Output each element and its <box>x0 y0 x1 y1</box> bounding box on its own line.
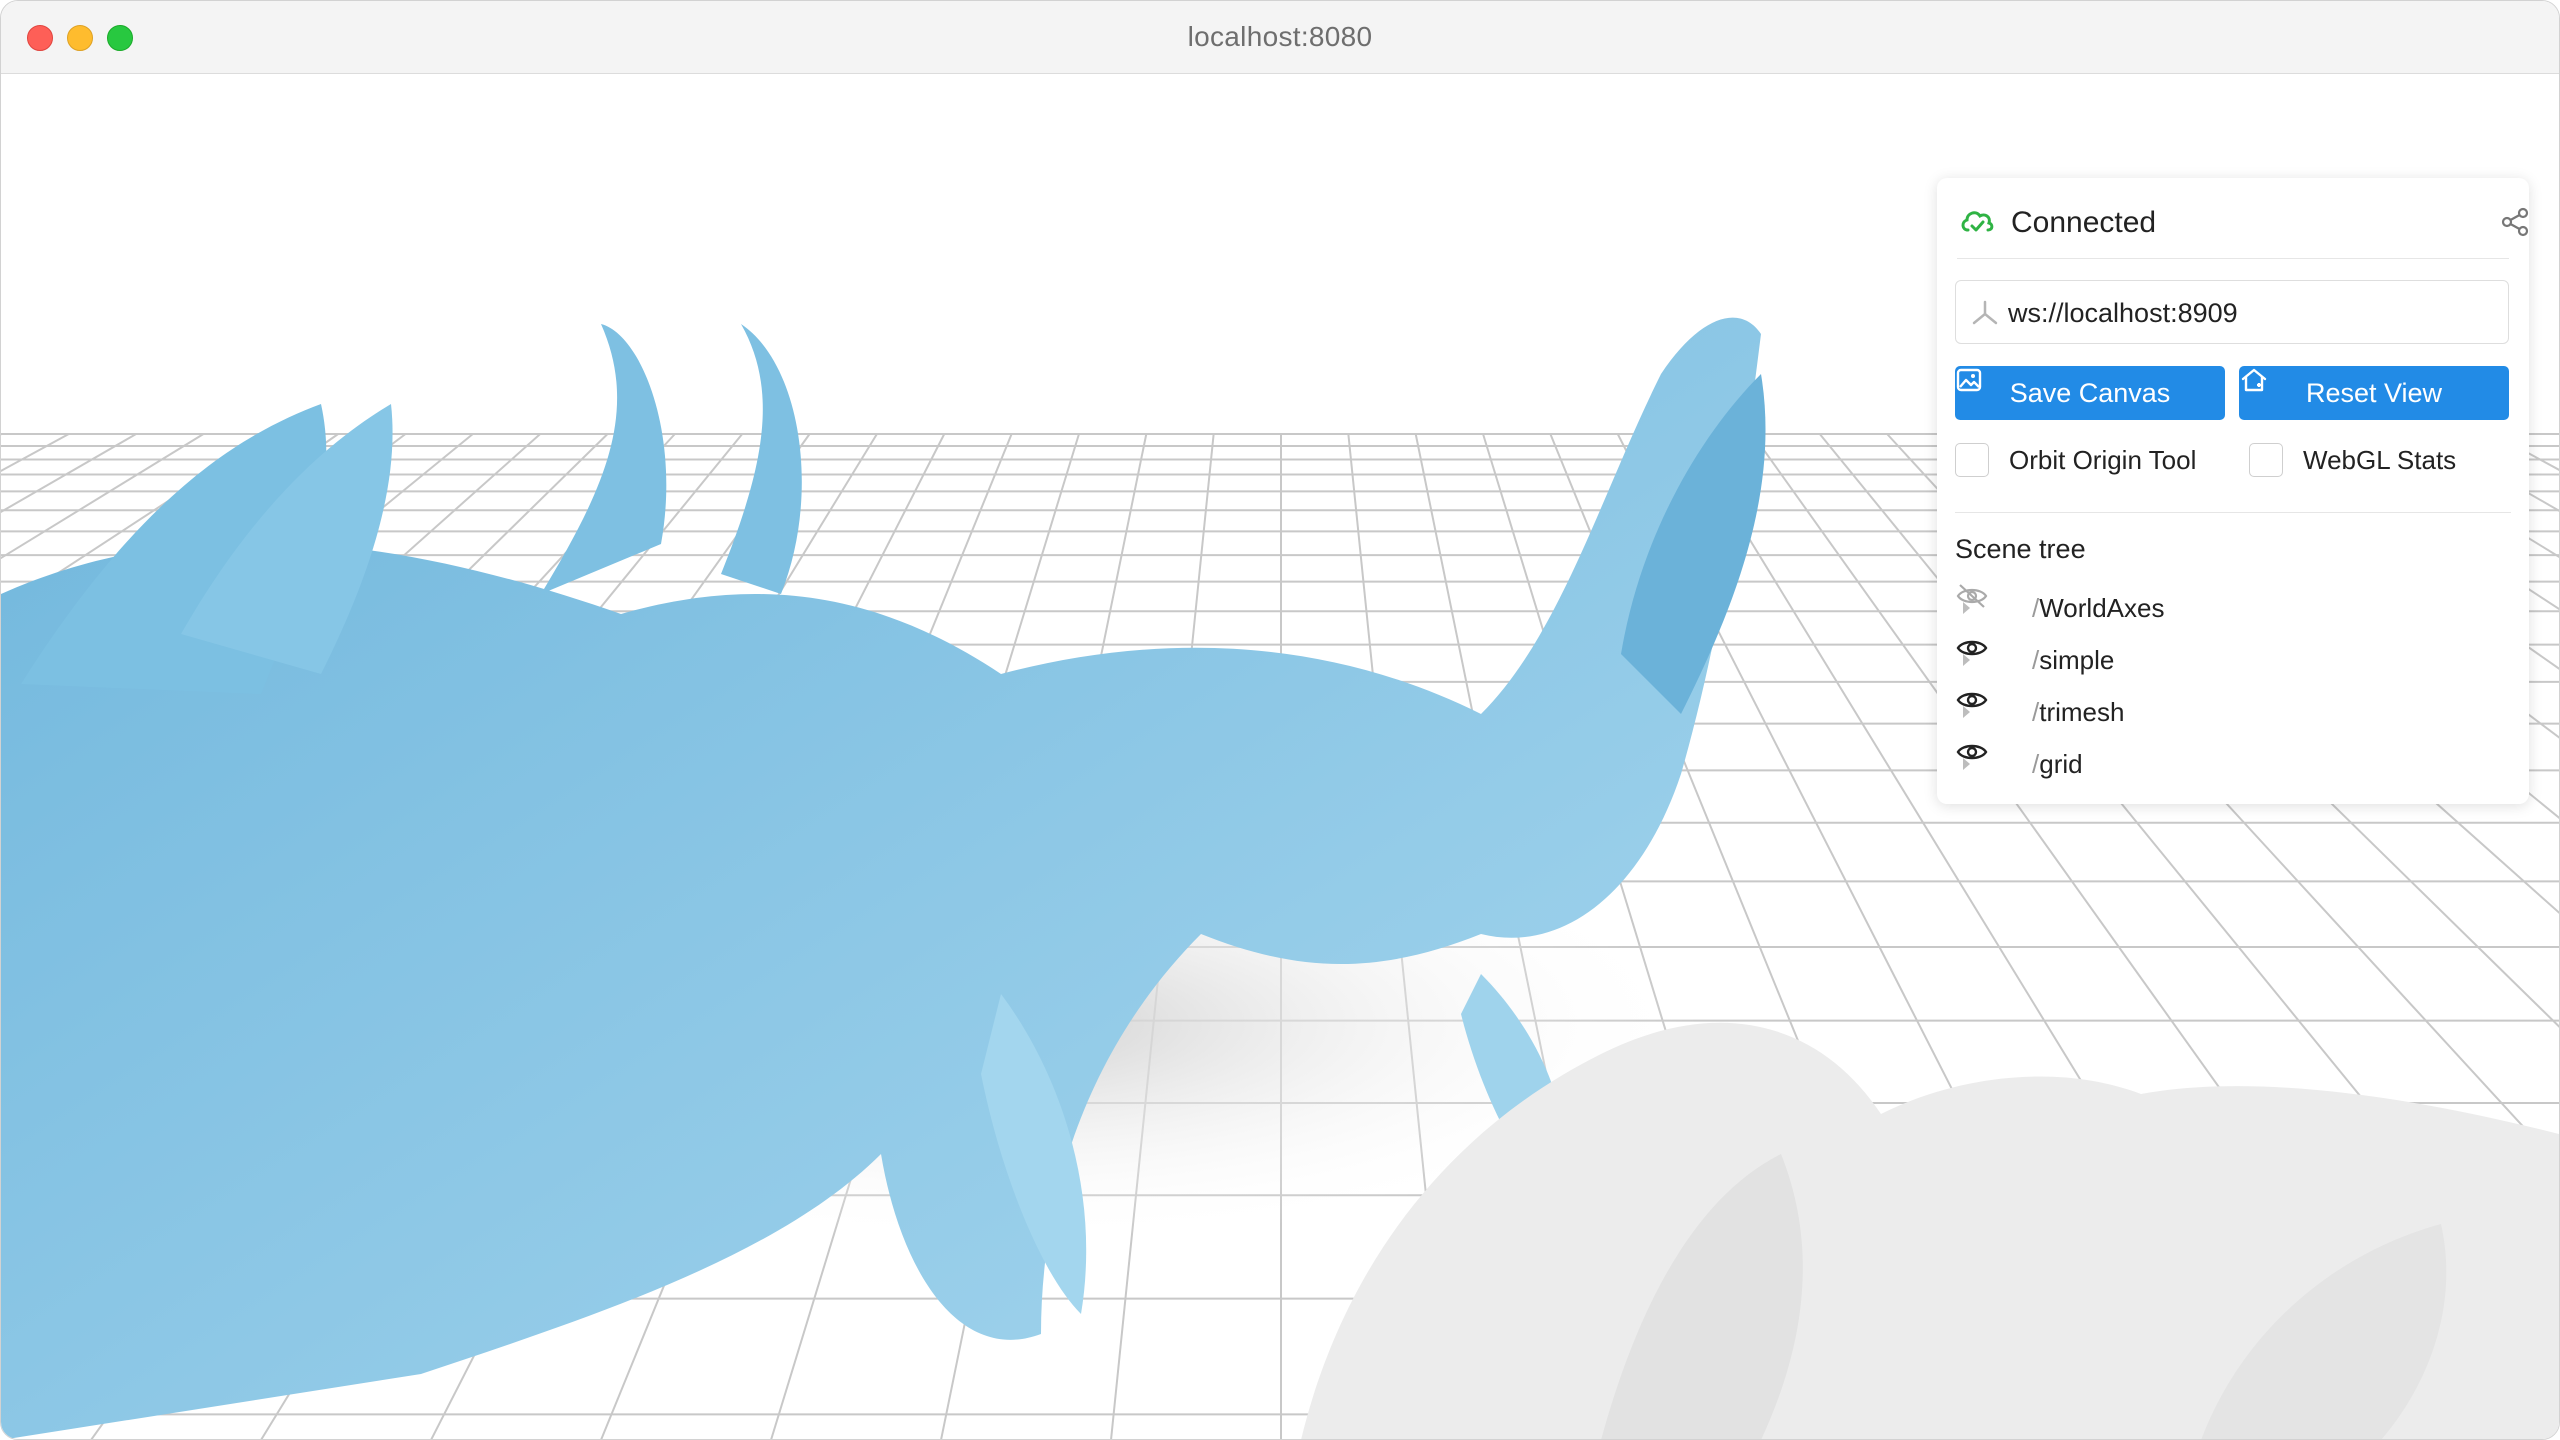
server-url-input[interactable] <box>2006 281 2500 345</box>
divider <box>1955 512 2511 513</box>
eye-icon[interactable] <box>1956 692 2026 727</box>
connection-status-label: Connected <box>2011 206 2157 239</box>
save-canvas-button[interactable]: Save Canvas <box>1955 366 2225 420</box>
eye-icon[interactable] <box>1956 744 2026 779</box>
browser-window: localhost:8080 Connected ws://localhost:… <box>0 0 2560 1440</box>
server-url-field[interactable] <box>1955 280 2509 345</box>
address-title: localhost:8080 <box>1187 21 1373 52</box>
home-icon <box>2241 368 2267 392</box>
eye-icon[interactable] <box>1956 640 2026 675</box>
scene-tree: /WorldAxes /simple /trimesh /grid <box>1955 582 2505 790</box>
scene-tree-title: Scene tree <box>1955 534 2086 564</box>
title-bar: localhost:8080 <box>1 1 2559 74</box>
control-panel: Connected Save Canvas Reset View <box>1937 178 2529 804</box>
save-canvas-label: Save Canvas <box>2009 377 2171 408</box>
tree-node-label: /grid <box>2032 748 2083 779</box>
tree-node-label: /simple <box>2032 644 2115 675</box>
tree-node-worldaxes[interactable]: /WorldAxes <box>1955 582 2505 634</box>
webgl-stats-toggle[interactable]: WebGL Stats <box>2249 440 2456 480</box>
3d-viewport[interactable]: Connected Save Canvas Reset View <box>1 74 2559 1439</box>
reset-view-label: Reset View <box>2305 377 2443 408</box>
tree-node-trimesh[interactable]: /trimesh <box>1955 686 2505 738</box>
orbit-origin-tool-toggle[interactable]: Orbit Origin Tool <box>1955 440 2196 480</box>
webgl-stats-label: WebGL Stats <box>2303 444 2457 475</box>
reset-view-button[interactable]: Reset View <box>2239 366 2509 420</box>
tree-node-label: /WorldAxes <box>2032 592 2165 623</box>
divider <box>1957 258 2509 259</box>
tree-node-label: /trimesh <box>2032 696 2125 727</box>
image-icon <box>1956 368 1982 392</box>
eye-off-icon[interactable] <box>1956 584 2026 623</box>
webgl-stats-checkbox[interactable] <box>2249 443 2283 477</box>
tree-node-simple[interactable]: /simple <box>1955 634 2505 686</box>
connection-status: Connected <box>1959 200 2529 252</box>
orbit-origin-checkbox[interactable] <box>1955 443 1989 477</box>
orbit-origin-label: Orbit Origin Tool <box>2009 444 2197 475</box>
tree-node-grid[interactable]: /grid <box>1955 738 2505 790</box>
